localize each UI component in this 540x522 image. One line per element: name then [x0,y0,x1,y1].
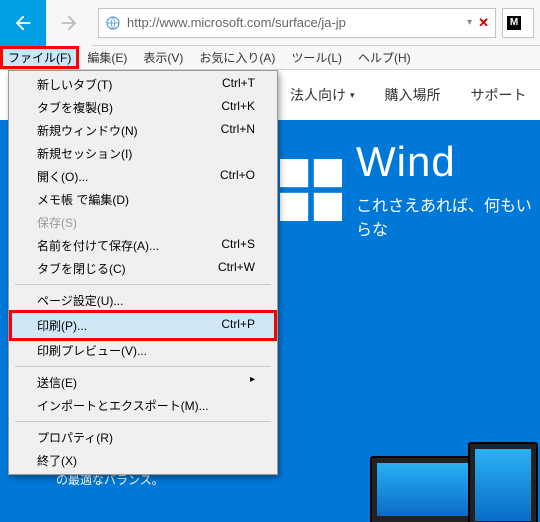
menu-help[interactable]: ヘルプ(H) [350,46,419,69]
chevron-down-icon: ▾ [350,90,355,101]
dd-save: 保存(S) [11,211,275,234]
hero-subtitle: これさえあれば、何もいらな [356,192,540,240]
dd-new-window[interactable]: 新規ウィンドウ(N)Ctrl+N [11,119,275,142]
dd-page-setup[interactable]: ページ設定(U)... [11,289,275,312]
globe-icon [105,15,121,31]
dd-new-session[interactable]: 新規セッション(I) [11,142,275,165]
dd-open[interactable]: 開く(O)...Ctrl+O [11,165,275,188]
dd-dup-tab[interactable]: タブを複製(B)Ctrl+K [11,96,275,119]
menu-edit[interactable]: 編集(E) [79,46,135,69]
url-text: http://www.microsoft.com/surface/ja-jp [127,15,461,30]
dd-save-as[interactable]: 名前を付けて保存(A)...Ctrl+S [11,234,275,257]
dd-print-preview[interactable]: 印刷プレビュー(V)... [11,339,275,362]
menu-favorites[interactable]: お気に入り(A) [191,46,283,69]
stop-refresh-icon[interactable]: ✕ [478,15,489,31]
dd-send[interactable]: 送信(E)▸ [11,371,275,394]
dd-sep-3 [15,421,271,422]
dd-print[interactable]: 印刷(P)...Ctrl+P [11,312,275,339]
menu-tools[interactable]: ツール(L) [283,46,350,69]
dd-properties[interactable]: プロパティ(R) [11,426,275,449]
content-area: 法人向け▾ 購入場所 サポート Wind これさえあれば、何もいらな 学生や家族… [0,70,540,522]
menu-bar: ファイル(F) 編集(E) 表示(V) お気に入り(A) ツール(L) ヘルプ(… [0,46,540,70]
menu-view[interactable]: 表示(V) [135,46,191,69]
favorites-box[interactable]: M [502,8,534,38]
dd-new-tab[interactable]: 新しいタブ(T)Ctrl+T [11,73,275,96]
nav-where-buy[interactable]: 購入場所 [385,85,441,105]
forward-button [46,0,92,46]
address-bar[interactable]: http://www.microsoft.com/surface/ja-jp ▾… [98,8,496,38]
dd-sep-2 [15,366,271,367]
nav-support[interactable]: サポート [471,85,527,105]
back-arrow-icon [12,12,34,34]
file-dropdown: 新しいタブ(T)Ctrl+T タブを複製(B)Ctrl+K 新規ウィンドウ(N)… [8,70,278,475]
hero-title: Wind [356,138,540,186]
nav-business[interactable]: 法人向け▾ [290,85,355,105]
m-logo-icon: M [507,16,521,30]
dd-exit[interactable]: 終了(X) [11,449,275,472]
back-button[interactable] [0,0,46,46]
forward-arrow-icon [58,12,80,34]
device-image [370,408,540,522]
dd-import-export[interactable]: インポートとエクスポート(M)... [11,394,275,417]
dd-edit-notepad[interactable]: メモ帳 で編集(D) [11,188,275,211]
windows-logo-icon [280,155,342,225]
hero-section: Wind これさえあれば、何もいらな [280,120,540,240]
menu-file[interactable]: ファイル(F) [0,46,79,69]
dropdown-chevron-icon[interactable]: ▾ [467,17,472,28]
dd-sep-1 [15,284,271,285]
dd-close-tab[interactable]: タブを閉じる(C)Ctrl+W [11,257,275,280]
title-bar: http://www.microsoft.com/surface/ja-jp ▾… [0,0,540,46]
